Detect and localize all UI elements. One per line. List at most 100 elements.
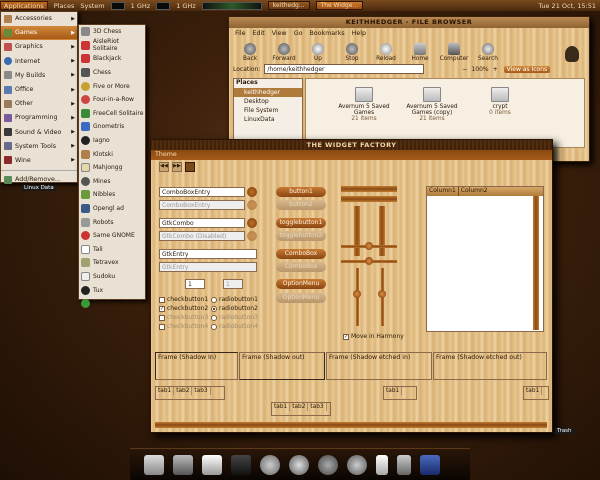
gtkcombo-input[interactable]: GtkCombo <box>159 218 245 228</box>
places-menu[interactable]: Places <box>54 2 75 10</box>
window-title[interactable]: KEITHHEDGER - FILE BROWSER <box>229 17 589 28</box>
menu-item-other[interactable]: Other ▶ <box>1 97 77 111</box>
file-manager-icon[interactable] <box>144 454 164 475</box>
display-icon[interactable] <box>420 454 440 475</box>
next-icon[interactable]: ▶▶ <box>172 162 182 172</box>
menu-item-sound-video[interactable]: Sound & Video ▶ <box>1 126 77 140</box>
file-item[interactable]: Avernum 5 Saved Games 21 items <box>334 85 394 147</box>
tab-1[interactable]: tab1 <box>272 403 291 411</box>
applications-menu[interactable]: Applications <box>0 1 48 10</box>
game-item[interactable]: Iagno <box>79 134 145 148</box>
game-item[interactable]: Four-in-a-Row <box>79 93 145 107</box>
stop-button[interactable]: Stop <box>335 43 369 62</box>
places-header[interactable]: Places <box>234 79 302 88</box>
game-item[interactable]: Tali <box>79 243 145 257</box>
game-item[interactable]: Blackjack <box>79 52 145 66</box>
menu-item-wine[interactable]: Wine ▶ <box>1 154 77 168</box>
taskbar-button-widgetfactory[interactable]: The Widge... <box>315 1 364 10</box>
globe-icon[interactable] <box>347 454 367 475</box>
gtkentry-input[interactable]: GtkEntry <box>159 249 257 259</box>
menu-file[interactable]: File <box>235 30 246 37</box>
record-icon[interactable] <box>185 162 195 172</box>
gimp-icon[interactable] <box>260 454 280 475</box>
paper-plane-icon[interactable] <box>202 454 222 475</box>
menu-view[interactable]: View <box>272 30 287 37</box>
search-button[interactable]: Search <box>471 43 505 62</box>
button-1[interactable]: button1 <box>276 187 326 197</box>
combo-arrow-icon[interactable] <box>247 187 257 197</box>
vscale-knob[interactable] <box>378 290 386 298</box>
checkbutton-2[interactable]: ✓ checkbutton2 <box>159 305 208 312</box>
radiobutton-2[interactable]: radiobutton2 <box>211 305 258 312</box>
clock[interactable]: Tue 21 Oct, 15:51 <box>538 2 596 10</box>
menu-item-system-tools[interactable]: System Tools ▶ <box>1 140 77 154</box>
game-item[interactable]: Klotski <box>79 147 145 161</box>
optionmenu[interactable]: OptionMenu <box>276 279 326 289</box>
tab-1[interactable]: tab1 <box>384 387 403 395</box>
combo-arrow-icon[interactable] <box>247 218 257 228</box>
theme-menu[interactable]: Theme <box>151 150 552 160</box>
back-button[interactable]: Back <box>233 43 267 62</box>
menu-item-accessories[interactable]: Accessories ▶ <box>1 12 77 26</box>
tab-2[interactable]: tab2 <box>174 387 193 395</box>
taskbar-button-filebrowser[interactable]: keithedg... <box>267 1 310 10</box>
game-item[interactable]: Tux <box>79 283 145 297</box>
browser-icon[interactable] <box>318 454 338 475</box>
game-item[interactable]: 3D Chess <box>79 25 145 39</box>
game-item[interactable]: Opengl ad <box>79 202 145 216</box>
menu-edit[interactable]: Edit <box>253 30 265 37</box>
up-button[interactable]: Up <box>301 43 335 62</box>
location-input[interactable]: /home/keithhedger <box>264 64 425 74</box>
window-title[interactable]: THE WIDGET FACTORY <box>151 140 552 150</box>
ipod-icon[interactable] <box>376 454 388 475</box>
move-in-harmony-check[interactable]: ✓ Move in Harmony <box>343 333 404 340</box>
menu-help[interactable]: Help <box>352 30 366 37</box>
game-item[interactable]: Tetravex <box>79 256 145 270</box>
radiobutton-1[interactable]: radiobutton1 <box>211 296 258 303</box>
view-as-select[interactable]: View as Icons <box>503 65 551 73</box>
game-item[interactable]: Mahjongg <box>79 161 145 175</box>
column-header-1[interactable]: Column1 <box>427 187 459 196</box>
menu-item-office[interactable]: Office ▶ <box>1 83 77 97</box>
spin-button-1[interactable]: 1 <box>185 279 205 289</box>
game-item[interactable]: Robots <box>79 215 145 229</box>
place-filesystem[interactable]: File System <box>234 106 302 115</box>
game-item[interactable]: Sudoku <box>79 270 145 284</box>
zoom-in-icon[interactable]: + <box>493 66 498 73</box>
horizontal-scrollbar[interactable] <box>155 422 547 428</box>
game-item[interactable]: Gnometris <box>79 120 145 134</box>
game-item[interactable]: Mines <box>79 175 145 189</box>
checkbutton-1[interactable]: checkbutton1 <box>159 296 208 303</box>
settings-icon[interactable] <box>289 454 309 475</box>
game-item[interactable]: FreeCell Solitaire <box>79 107 145 121</box>
desktop-icon-label[interactable]: Linux Data <box>22 185 56 191</box>
zoom-level[interactable]: 100% <box>471 66 488 73</box>
place-home[interactable]: keithhedger <box>234 88 302 97</box>
place-linuxdata[interactable]: LinuxData <box>234 115 302 124</box>
menu-bookmarks[interactable]: Bookmarks <box>309 30 344 37</box>
terminal-icon[interactable] <box>231 454 251 475</box>
tab-2[interactable]: tab2 <box>290 403 309 411</box>
tab-3[interactable]: tab3 <box>192 387 211 395</box>
game-item[interactable]: Chess <box>79 66 145 80</box>
hscale-knob[interactable] <box>365 242 373 250</box>
column-header-2[interactable]: Column2 <box>459 187 490 196</box>
reload-button[interactable]: Reload <box>369 43 403 62</box>
game-item[interactable]: The Mana World <box>79 297 145 311</box>
home-button[interactable]: Home <box>403 43 437 62</box>
tab-1[interactable]: tab1 <box>524 387 543 395</box>
prev-icon[interactable]: ◀◀ <box>159 162 169 172</box>
menu-item-my-builds[interactable]: My Builds ▶ <box>1 69 77 83</box>
building-icon[interactable] <box>173 454 193 475</box>
computer-button[interactable]: Computer <box>437 43 471 62</box>
hscale-knob[interactable] <box>365 257 373 265</box>
phone-icon[interactable] <box>397 454 411 475</box>
zoom-out-icon[interactable]: − <box>462 66 467 73</box>
menu-item-internet[interactable]: Internet ▶ <box>1 55 77 69</box>
file-item[interactable]: crypt 0 items <box>470 85 530 147</box>
tree-view[interactable]: Column1 Column2 <box>426 186 544 332</box>
vscale-knob[interactable] <box>353 290 361 298</box>
togglebutton-1[interactable]: togglebutton1 <box>276 218 326 228</box>
menu-item-games[interactable]: Games ▶ <box>1 26 77 41</box>
system-menu[interactable]: System <box>80 2 104 10</box>
